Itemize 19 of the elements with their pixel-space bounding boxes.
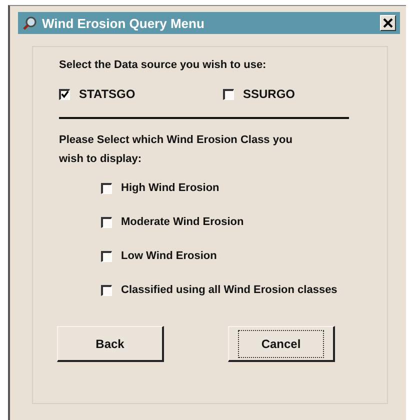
checkbox[interactable] [101, 284, 112, 296]
checkbox-label[interactable]: Low Wind Erosion [121, 250, 217, 262]
checkbox-label[interactable]: SSURGO [243, 87, 296, 101]
magnifier-icon [22, 15, 38, 31]
checkbox-label[interactable]: Classified using all Wind Erosion classes [121, 284, 338, 296]
prompt-text: Select the Data source you wish to use: [59, 59, 268, 73]
prompt-text: Please Select which Wind Erosion Class you wish to display: [59, 133, 294, 167]
window-title: Wind Erosion Query Menu [42, 16, 206, 30]
checkbox-label[interactable]: Moderate Wind Erosion [121, 216, 244, 228]
close-button[interactable] [380, 15, 396, 31]
dialog-button[interactable]: Back [57, 326, 164, 362]
checkbox-label[interactable]: STATSGO [79, 87, 136, 101]
dialog-button[interactable]: Cancel [228, 326, 335, 362]
checkbox[interactable] [59, 88, 70, 100]
checkbox[interactable] [101, 216, 112, 228]
checkbox-label[interactable]: High Wind Erosion [121, 182, 220, 194]
checkbox[interactable] [223, 88, 234, 100]
checkbox[interactable] [101, 182, 112, 194]
checkbox[interactable] [101, 250, 112, 262]
